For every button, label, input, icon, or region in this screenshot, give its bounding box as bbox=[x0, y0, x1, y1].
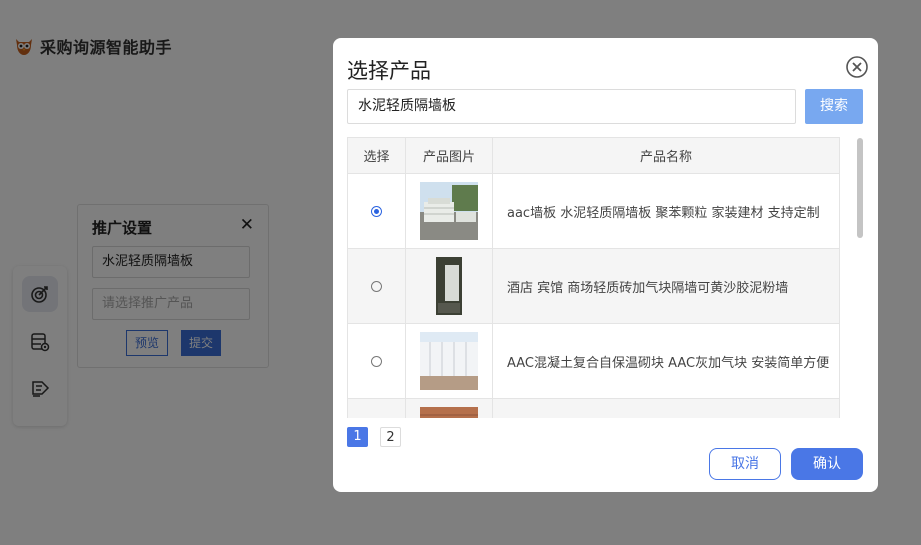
product-name-cell: 酒店 宾馆 商场轻质砖加气块隔墙可黄沙胶泥粉墙 bbox=[492, 248, 839, 324]
page-button-1[interactable]: 1 bbox=[347, 427, 368, 447]
search-button[interactable]: 搜索 bbox=[805, 89, 863, 124]
radio-button[interactable] bbox=[371, 280, 382, 292]
table-row[interactable]: AAC混凝土复合自保温砌块 AAC灰加气块 安装简单方便 bbox=[348, 323, 839, 399]
image-cell bbox=[405, 398, 493, 418]
product-name-cell bbox=[492, 398, 839, 418]
product-search-input[interactable]: 水泥轻质隔墙板 bbox=[347, 89, 796, 124]
product-thumbnail-wallboard bbox=[420, 182, 478, 240]
image-cell bbox=[405, 323, 493, 399]
table-row[interactable] bbox=[348, 398, 839, 418]
select-cell bbox=[348, 398, 406, 418]
radio-button[interactable] bbox=[371, 355, 382, 367]
column-header-name: 产品名称 bbox=[492, 137, 839, 174]
select-product-dialog: 选择产品 水泥轻质隔墙板 搜索 选择 产品图片 产品名称 aac墙板 水泥轻质隔… bbox=[333, 38, 878, 492]
product-name-cell: AAC混凝土复合自保温砌块 AAC灰加气块 安装简单方便 bbox=[492, 323, 839, 399]
page: 采购询源智能助手 推广 bbox=[0, 0, 921, 545]
table-scrollbar[interactable] bbox=[857, 138, 863, 238]
column-header-image: 产品图片 bbox=[405, 137, 493, 174]
product-thumbnail-brick bbox=[420, 407, 478, 418]
product-name-cell: aac墙板 水泥轻质隔墙板 聚苯颗粒 家装建材 支持定制 bbox=[492, 173, 839, 249]
column-header-select: 选择 bbox=[348, 137, 406, 174]
product-thumbnail-aerated-block bbox=[436, 257, 462, 315]
dialog-title: 选择产品 bbox=[347, 59, 431, 83]
image-cell bbox=[405, 173, 493, 249]
select-cell bbox=[348, 248, 406, 324]
cancel-button[interactable]: 取消 bbox=[709, 448, 781, 480]
table-header-row: 选择 产品图片 产品名称 bbox=[348, 137, 839, 174]
radio-button-selected[interactable] bbox=[371, 205, 382, 217]
confirm-button[interactable]: 确认 bbox=[791, 448, 863, 480]
product-table-container: 选择 产品图片 产品名称 aac墙板 水泥轻质隔墙板 聚苯颗粒 家装建材 支持定… bbox=[347, 137, 840, 418]
product-thumbnail-aac-block bbox=[420, 332, 478, 390]
select-cell bbox=[348, 173, 406, 249]
table-row[interactable]: aac墙板 水泥轻质隔墙板 聚苯颗粒 家装建材 支持定制 bbox=[348, 173, 839, 249]
select-cell bbox=[348, 323, 406, 399]
table-row[interactable]: 酒店 宾馆 商场轻质砖加气块隔墙可黄沙胶泥粉墙 bbox=[348, 248, 839, 324]
close-circle-icon[interactable] bbox=[846, 56, 868, 78]
page-button-2[interactable]: 2 bbox=[380, 427, 401, 447]
product-table: 选择 产品图片 产品名称 aac墙板 水泥轻质隔墙板 聚苯颗粒 家装建材 支持定… bbox=[348, 137, 839, 418]
image-cell bbox=[405, 248, 493, 324]
